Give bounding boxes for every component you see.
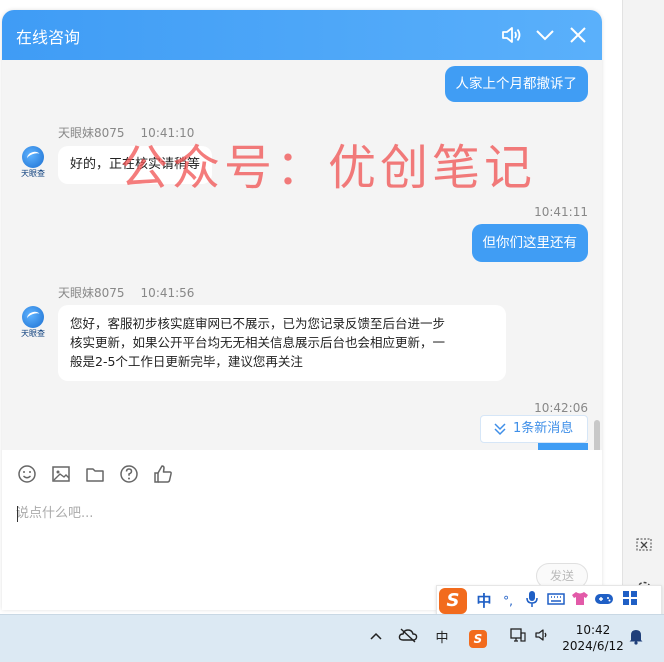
- screenshot-icon[interactable]: [633, 536, 655, 558]
- message-time: 10:41:11: [534, 205, 588, 219]
- watermark: 公众号：优创笔记: [120, 140, 537, 196]
- taskbar-ime-indicator[interactable]: 中: [430, 627, 454, 651]
- message-list[interactable]: 人家上个月都撤诉了 天眼妹8075 10:41:10 天眼查 好的，正在核实请稍等…: [2, 60, 602, 450]
- sogou-logo-icon[interactable]: S: [439, 588, 467, 614]
- clock-date: 2024/6/12: [562, 639, 624, 653]
- speaker-icon[interactable]: [498, 22, 524, 48]
- new-message-label: 1条新消息: [513, 421, 574, 436]
- notification-bell-icon[interactable]: [624, 627, 648, 651]
- message-time: 10:41:56: [140, 286, 195, 300]
- minimize-chevron-icon[interactable]: [532, 22, 558, 48]
- microphone-icon[interactable]: [521, 590, 543, 612]
- avatar: 天眼查: [18, 306, 48, 340]
- help-icon[interactable]: [118, 463, 140, 485]
- new-message-button[interactable]: 1条新消息: [480, 415, 588, 443]
- toolbox-grid-icon[interactable]: [619, 590, 641, 612]
- avatar: 天眼查: [18, 146, 48, 180]
- skin-shirt-icon[interactable]: [569, 590, 591, 612]
- ime-mode-toggle[interactable]: 中: [473, 590, 495, 612]
- keyboard-icon[interactable]: [545, 590, 567, 612]
- emoji-icon[interactable]: [16, 463, 38, 485]
- system-clock[interactable]: 10:42 2024/6/12: [560, 622, 626, 654]
- avatar-logo-icon: [22, 306, 44, 328]
- taskbar: 中 S 10:42 2024/6/12: [0, 614, 664, 662]
- sender-name: 天眼妹8075: [58, 126, 125, 140]
- avatar-logo-icon: [22, 146, 44, 168]
- message-bubble-incoming: 您好，客服初步核实庭审网已不展示，已为您记录反馈至后台进一步 核实更新，如果公开…: [58, 305, 506, 381]
- network-icon[interactable]: [506, 627, 530, 651]
- background-page-strip: [622, 0, 664, 614]
- message-line: 您好，客服初步核实庭审网已不展示，已为您记录反馈至后台进一步: [70, 316, 446, 331]
- text-cursor: [17, 506, 18, 522]
- sender-name: 天眼妹8075: [58, 286, 125, 300]
- cloud-offline-icon[interactable]: [396, 627, 420, 651]
- close-icon[interactable]: [565, 22, 591, 48]
- sogou-tray-icon[interactable]: S: [466, 627, 490, 651]
- thumbs-up-icon[interactable]: [152, 463, 174, 485]
- chat-window: 在线咨询 人家上个月都撤诉了 天眼妹8075 10:41:10 天眼查 好的，正在…: [2, 10, 602, 610]
- message-bubble-outgoing: 但你们这里还有: [471, 224, 588, 262]
- message-input[interactable]: [16, 502, 576, 562]
- message-time: 10:42:06: [534, 401, 588, 415]
- avatar-label: 天眼查: [21, 329, 45, 338]
- message-line: 核实更新，如果公开平台均无无相关信息展示后台也会相应更新，一: [70, 335, 446, 350]
- gamepad-icon[interactable]: [593, 590, 615, 612]
- message-line: 般是2-5个工作日更新完毕，建议您再关注: [70, 354, 303, 369]
- chevron-up-icon[interactable]: [364, 627, 388, 651]
- message-meta: 天眼妹8075 10:41:56: [58, 284, 210, 301]
- ime-punctuation-toggle[interactable]: °,: [497, 590, 519, 612]
- image-icon[interactable]: [50, 463, 72, 485]
- chat-title: 在线咨询: [16, 28, 81, 47]
- volume-icon[interactable]: [530, 627, 554, 651]
- ime-toolbar: S 中 °,: [436, 585, 662, 615]
- chat-header: 在线咨询: [2, 10, 602, 60]
- double-chevron-down-icon: [493, 416, 507, 452]
- scrollbar[interactable]: [594, 420, 600, 450]
- folder-icon[interactable]: [84, 463, 106, 485]
- avatar-label: 天眼查: [21, 169, 45, 178]
- message-bubble-outgoing: 人家上个月都撤诉了: [444, 66, 588, 102]
- clock-time: 10:42: [575, 623, 611, 637]
